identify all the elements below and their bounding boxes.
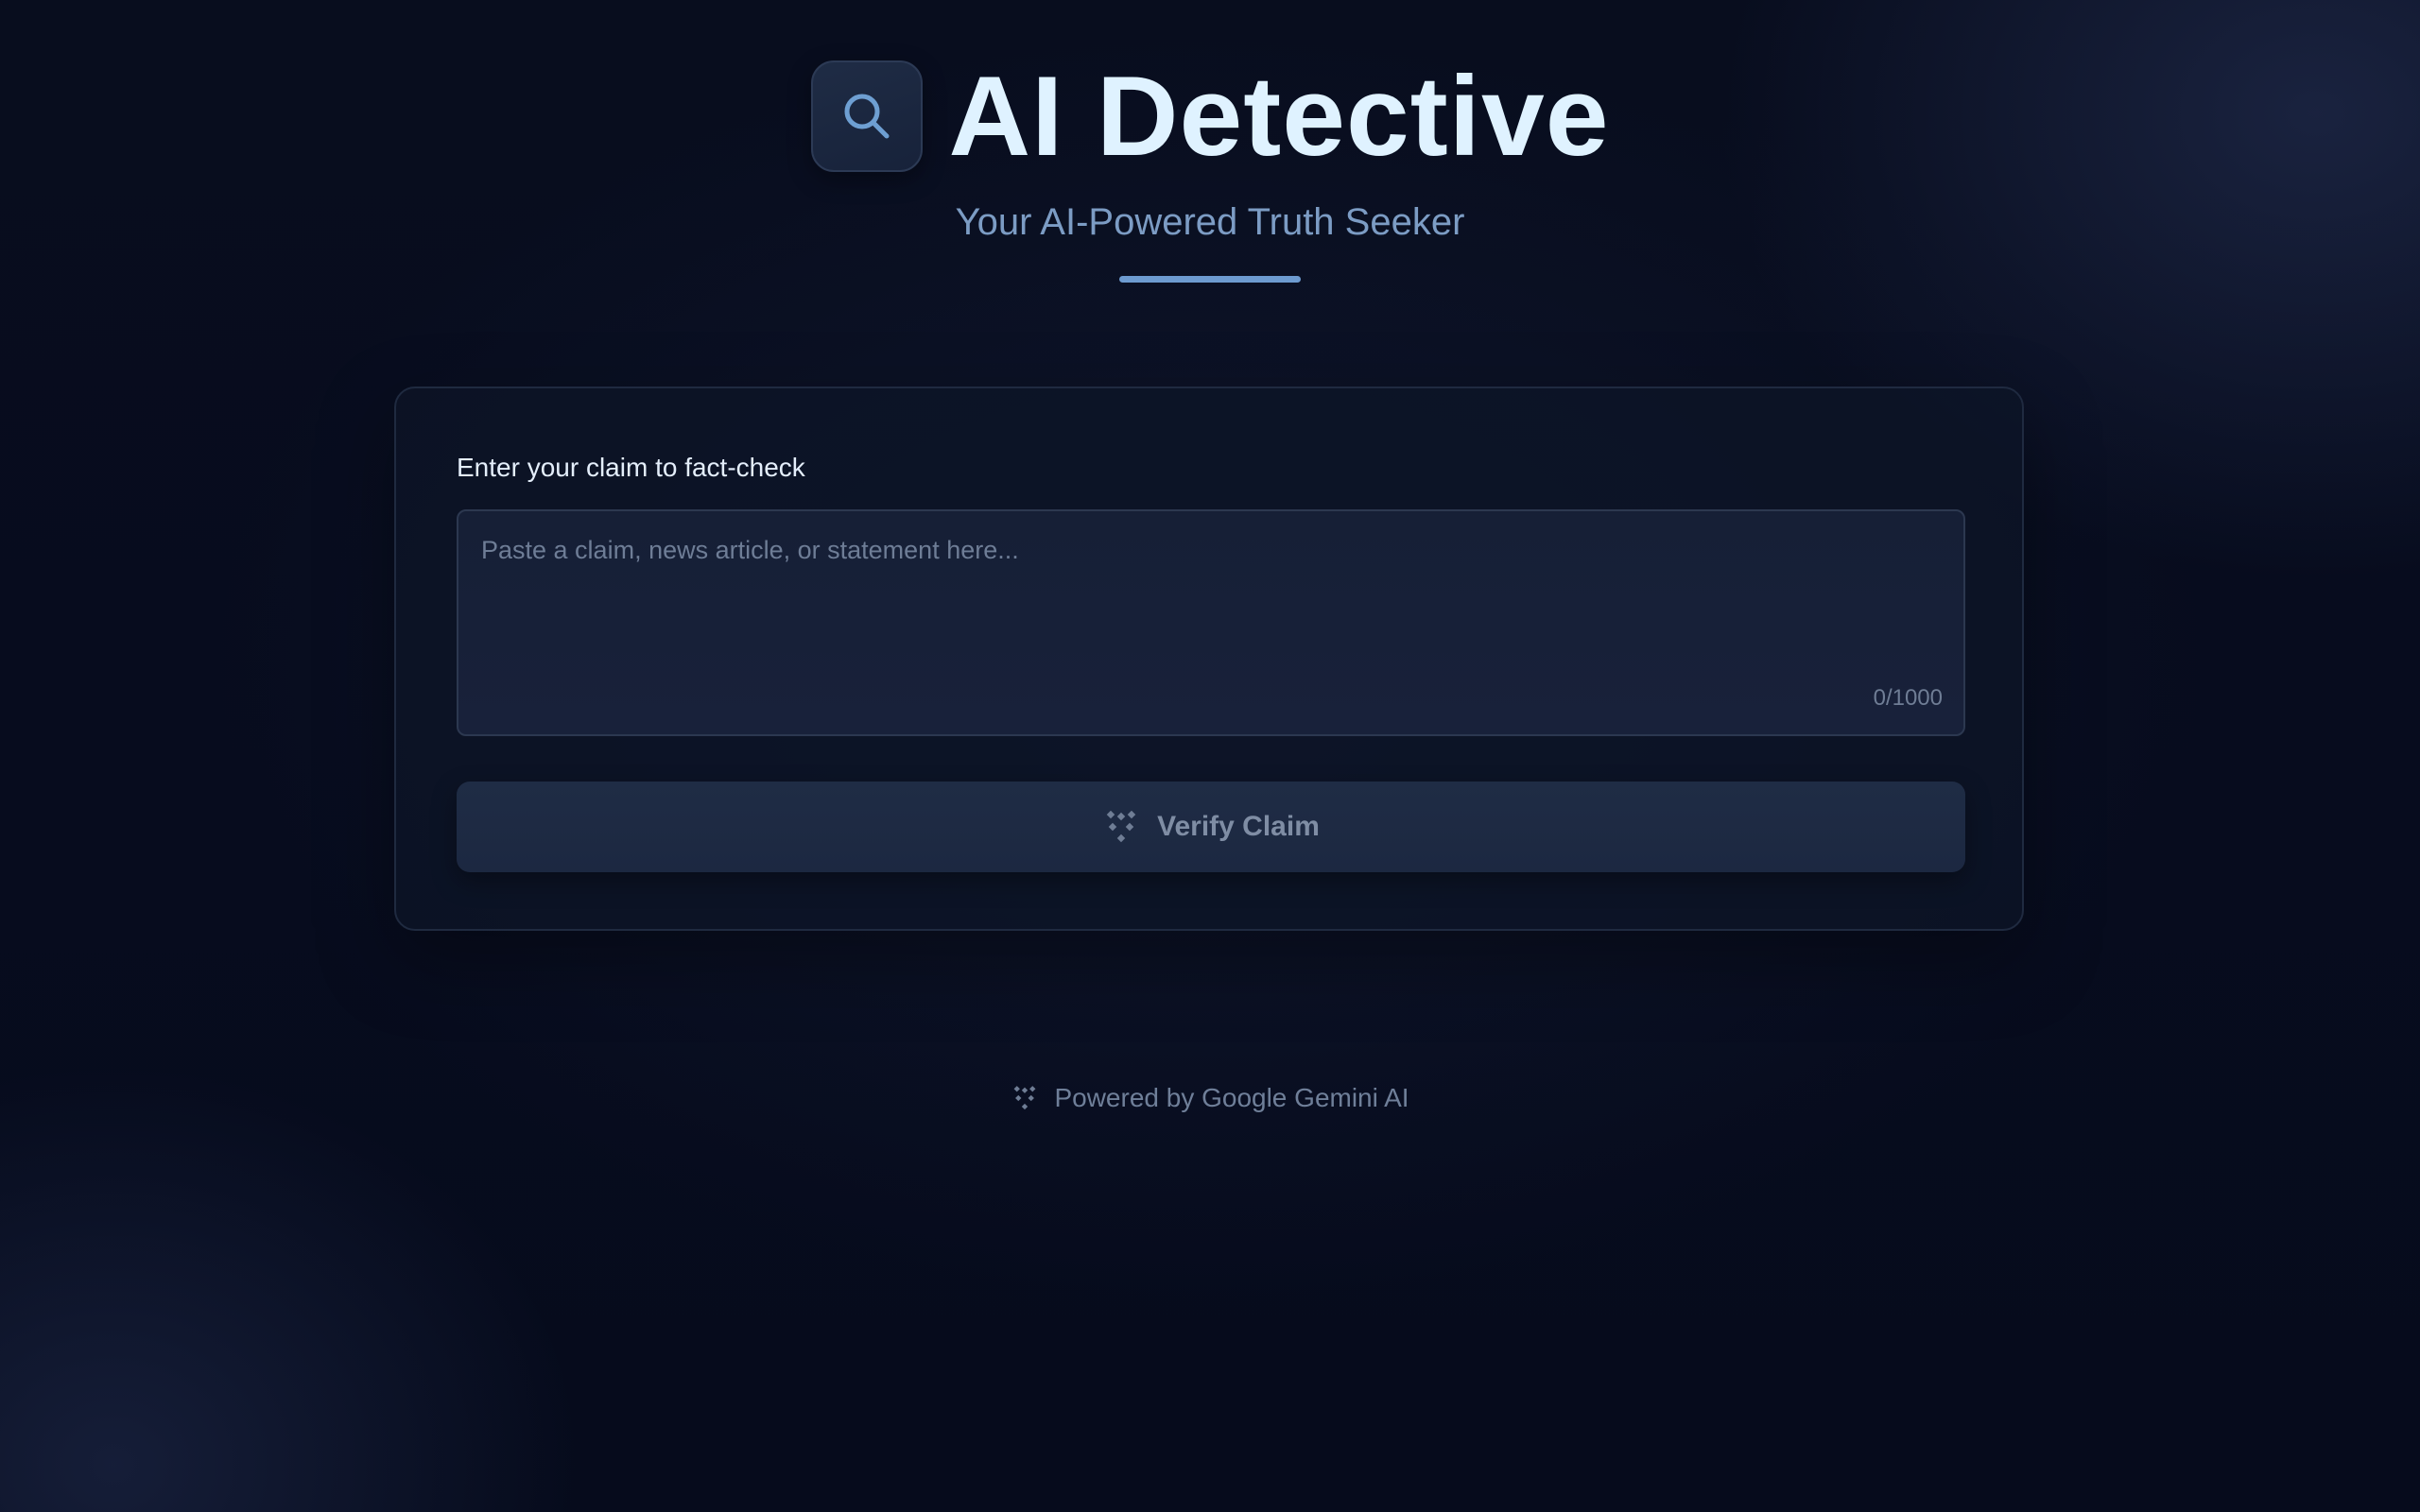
claim-input[interactable] [458, 511, 1963, 734]
app-subtitle: Your AI-Powered Truth Seeker [955, 201, 1465, 243]
footer: Powered by Google Gemini AI [0, 1083, 2420, 1113]
title-row: AI Detective [0, 57, 2420, 175]
title-accent-bar [1119, 276, 1301, 283]
verify-claim-label: Verify Claim [1157, 811, 1320, 842]
footer-powered-by: Powered by Google Gemini AI [1054, 1083, 1409, 1112]
claim-input-container: 0/1000 [457, 509, 1965, 736]
logo-badge [810, 60, 923, 172]
claim-field-label: Enter your claim to fact-check [457, 453, 805, 482]
character-counter: 0/1000 [1873, 685, 1943, 711]
fact-check-card: Enter your claim to fact-check 0/1000 Ve… [394, 387, 2024, 931]
sparkle-dots-icon [1014, 1086, 1036, 1110]
search-icon [844, 94, 890, 138]
app-header: AI Detective Your AI-Powered Truth Seeke… [0, 57, 2420, 283]
app-title: AI Detective [948, 52, 1610, 180]
sparkle-dots-icon [1106, 810, 1136, 843]
verify-claim-button[interactable]: Verify Claim [457, 782, 1965, 872]
